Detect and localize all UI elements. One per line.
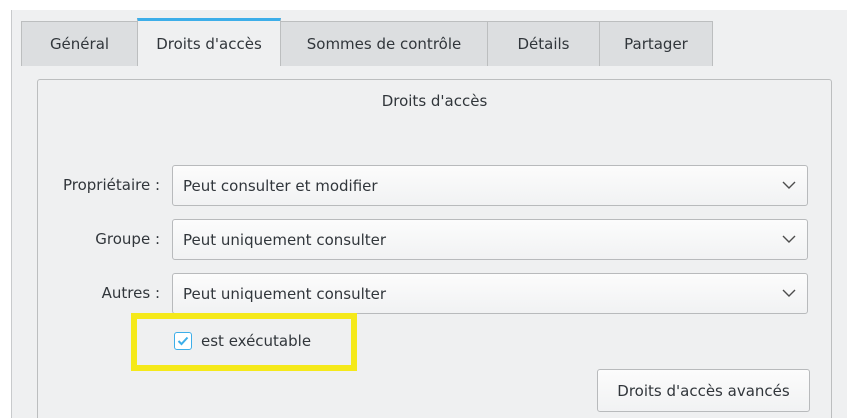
- checkmark-icon: [177, 336, 189, 346]
- tab-label: Détails: [517, 35, 570, 53]
- group-permission-select[interactable]: Peut uniquement consulter: [172, 219, 808, 260]
- owner-permission-select[interactable]: Peut consulter et modifier: [172, 165, 808, 206]
- tab-details[interactable]: Détails: [487, 21, 600, 66]
- chevron-down-icon: [771, 274, 807, 313]
- tab-share[interactable]: Partager: [599, 21, 713, 66]
- properties-dialog: Général Droits d'accès Sommes de contrôl…: [0, 0, 847, 418]
- panel-title: Droits d'accès: [381, 92, 488, 110]
- executable-option[interactable]: est exécutable: [174, 326, 311, 356]
- tab-permissions[interactable]: Droits d'accès: [137, 18, 281, 66]
- others-label: Autres :: [101, 284, 160, 302]
- chevron-down-icon: [771, 220, 807, 259]
- tab-checksums[interactable]: Sommes de contrôle: [280, 21, 488, 66]
- tab-label: Droits d'accès: [156, 34, 262, 53]
- owner-permission-value: Peut consulter et modifier: [183, 176, 378, 195]
- advanced-permissions-button[interactable]: Droits d'accès avancés: [597, 369, 810, 412]
- group-label: Groupe :: [95, 230, 160, 248]
- tab-label: Partager: [624, 35, 688, 53]
- chevron-down-icon: [771, 166, 807, 205]
- tab-general[interactable]: Général: [21, 21, 138, 66]
- tab-label: Sommes de contrôle: [306, 35, 462, 53]
- executable-checkbox[interactable]: [174, 332, 192, 350]
- owner-label: Propriétaire :: [62, 176, 160, 194]
- window-left-edge: [0, 0, 12, 418]
- group-permission-value: Peut uniquement consulter: [183, 230, 387, 249]
- others-permission-select[interactable]: Peut uniquement consulter: [172, 273, 808, 314]
- tab-label: Général: [49, 35, 110, 53]
- advanced-permissions-label: Droits d'accès avancés: [617, 381, 790, 400]
- others-permission-value: Peut uniquement consulter: [183, 284, 387, 303]
- executable-label: est exécutable: [201, 332, 312, 350]
- window-top-edge: [11, 0, 847, 10]
